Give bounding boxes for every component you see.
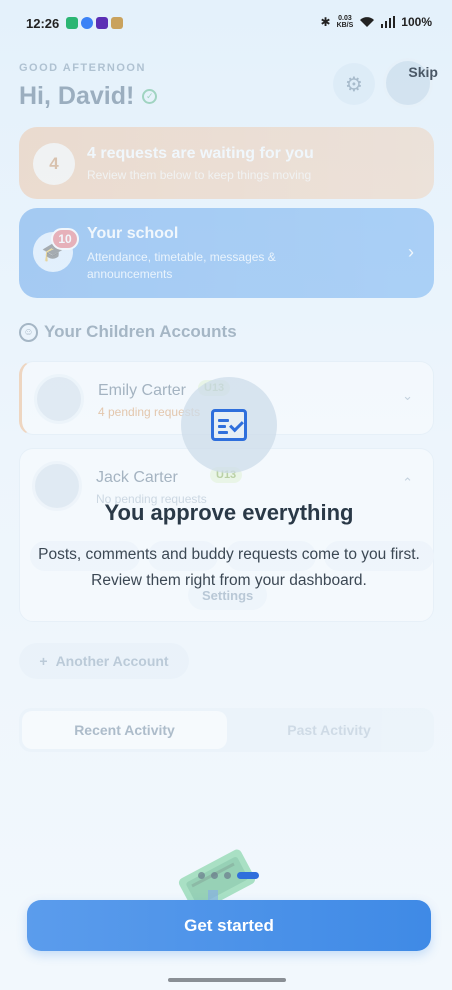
- onboarding-title: You approve everything: [104, 500, 354, 525]
- home-indicator[interactable]: [168, 978, 286, 982]
- school-title: Your school: [87, 225, 179, 242]
- verified-check-icon: ✓: [142, 89, 158, 104]
- page-indicator: [198, 872, 259, 879]
- school-badge: 10: [51, 228, 79, 250]
- plus-icon: +: [39, 653, 48, 669]
- skip-button[interactable]: Skip: [408, 64, 438, 80]
- chevron-right-icon: ›: [408, 242, 414, 262]
- requests-count: 4: [33, 143, 75, 185]
- children-section-title: ☺ Your Children Accounts: [19, 322, 237, 342]
- school-card[interactable]: 🎓 10 Your school Attendance, timetable, …: [19, 208, 434, 298]
- hello-text: Hi, David!: [19, 82, 135, 110]
- gear-icon: ⚙: [345, 73, 363, 96]
- tab-past-activity[interactable]: Past Activity: [227, 711, 431, 749]
- avatar: [34, 374, 84, 424]
- checklist-icon: [211, 409, 247, 441]
- onboarding-description: Posts, comments and buddy requests come …: [38, 546, 420, 589]
- requests-card[interactable]: 4 4 requests are waiting for you Review …: [19, 127, 434, 199]
- requests-subtitle: Review them below to keep things moving: [87, 168, 312, 182]
- child-name: Jack Carter: [96, 469, 178, 486]
- add-account-button[interactable]: + Another Account: [19, 643, 189, 679]
- chevron-down-icon[interactable]: ⌄: [402, 388, 413, 404]
- greeting-label: GOOD AFTERNOON: [19, 62, 146, 74]
- chevron-up-icon[interactable]: ⌃: [402, 475, 413, 491]
- requests-title: 4 requests are waiting for you: [87, 145, 314, 162]
- children-icon: ☺: [19, 322, 38, 342]
- get-started-button[interactable]: Get started: [27, 900, 431, 951]
- page-title: Hi, David! ✓: [19, 82, 158, 111]
- activity-tabs: Recent Activity Past Activity: [19, 708, 434, 752]
- school-subtitle: Attendance, timetable, messages & announ…: [87, 250, 276, 281]
- page-dot: [211, 872, 218, 879]
- feature-icon-circle: [181, 377, 277, 473]
- page-dot: [224, 872, 231, 879]
- child-card-jack[interactable]: Jack Carter U13 No pending requests ⌃ Se…: [19, 448, 434, 622]
- tab-recent-activity[interactable]: Recent Activity: [22, 711, 227, 749]
- child-name: Emily Carter: [98, 382, 187, 399]
- page-dot: [198, 872, 205, 879]
- page-dot-active: [237, 872, 259, 879]
- settings-button[interactable]: ⚙: [333, 63, 375, 105]
